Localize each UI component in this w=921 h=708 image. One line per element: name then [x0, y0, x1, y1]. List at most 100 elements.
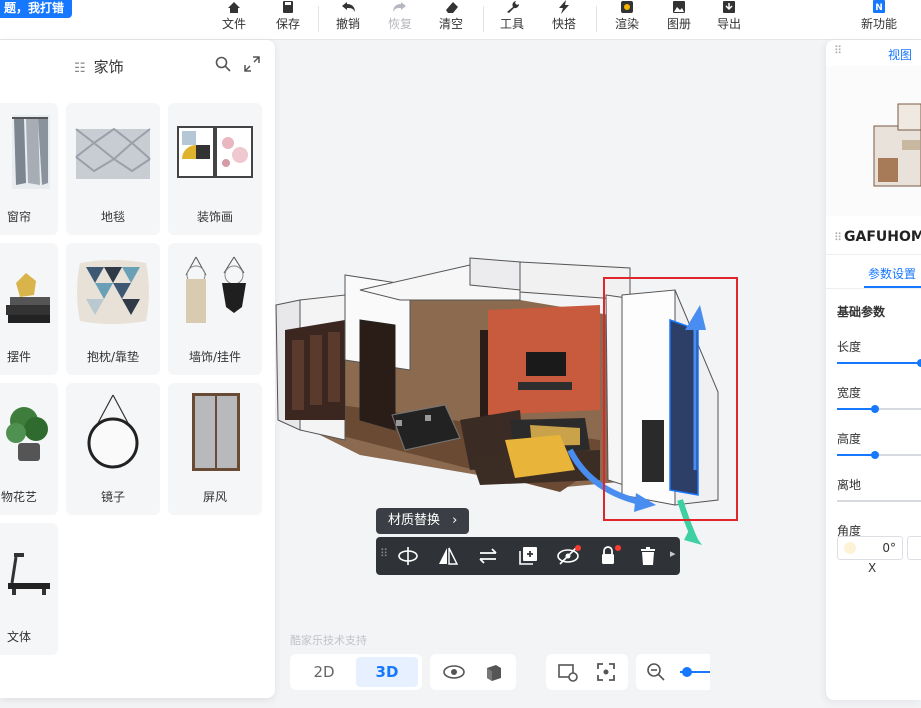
- expand-right-icon[interactable]: ▸: [670, 547, 676, 560]
- hide-button[interactable]: [555, 543, 581, 569]
- file-button[interactable]: 文件: [214, 0, 254, 40]
- camera-controls: [546, 654, 628, 690]
- visibility-button[interactable]: [436, 657, 472, 687]
- catalog-item-mirror[interactable]: 镜子: [66, 383, 160, 515]
- promo-banner[interactable]: 题，我打错: [0, 0, 73, 18]
- catalog-item-wall-hanging[interactable]: 墙饰/挂件: [168, 243, 262, 375]
- home-icon: [228, 2, 240, 13]
- material-replace-label: 材质替换: [388, 513, 441, 528]
- expand-icon[interactable]: [244, 56, 260, 72]
- chevron-right-icon: ›: [452, 513, 458, 528]
- render-button[interactable]: 渲染: [607, 0, 647, 40]
- delete-button[interactable]: [635, 543, 661, 569]
- clear-button[interactable]: 清空: [431, 0, 471, 40]
- view-tab[interactable]: 视图: [888, 46, 912, 63]
- file-label: 文件: [221, 17, 246, 31]
- undo-icon: [342, 2, 355, 12]
- clear-label: 清空: [438, 17, 463, 31]
- axis-label: X: [868, 561, 877, 575]
- quick-build-button[interactable]: 快搭: [544, 0, 584, 40]
- rotate-icon: [398, 547, 418, 565]
- save-button[interactable]: 保存: [268, 0, 308, 40]
- angle-value: 0°: [882, 541, 896, 555]
- drag-handle-icon[interactable]: ⠿: [834, 231, 842, 244]
- svg-text:N: N: [875, 3, 883, 13]
- wall-hanging-icon: [185, 256, 246, 323]
- catalog-item-screen[interactable]: 屏风: [168, 383, 262, 515]
- object-toolbar: ⠿ ▸: [376, 537, 680, 575]
- quick-build-label: 快搭: [551, 17, 576, 31]
- catalog-item-ornament[interactable]: 摆件: [0, 243, 58, 375]
- catalog-title: ☷ 家饰: [74, 56, 124, 77]
- tab-param-settings[interactable]: 参数设置: [868, 265, 916, 282]
- material-replace-button[interactable]: 材质替换 ›: [376, 508, 470, 534]
- catalog-item-label: 窗帘: [6, 210, 31, 224]
- catalog-item-label: 物花艺: [0, 490, 37, 504]
- section-title: 基础参数: [837, 305, 886, 319]
- lock-button[interactable]: [595, 543, 621, 569]
- catalog-item-plant[interactable]: 物花艺: [0, 383, 58, 515]
- render-icon: [621, 1, 633, 13]
- width-slider[interactable]: [837, 405, 921, 413]
- catalog-item-painting[interactable]: 装饰画: [168, 103, 262, 235]
- new-feature-button[interactable]: N 新功能: [856, 0, 902, 40]
- export-label: 导出: [716, 17, 741, 31]
- 3d-viewport[interactable]: [275, 40, 825, 708]
- length-slider[interactable]: [837, 359, 921, 367]
- mode-2d-button[interactable]: 2D: [294, 657, 354, 687]
- zoom-out-button[interactable]: [640, 657, 672, 687]
- catalog-item-curtain[interactable]: 窗帘: [0, 103, 58, 235]
- view-options: [430, 654, 516, 690]
- product-name: GAFUHOM: [844, 229, 921, 245]
- floorplan-3d-model[interactable]: [275, 40, 825, 708]
- catalog-title-label: 家饰: [93, 58, 124, 76]
- rotate-button[interactable]: [395, 543, 421, 569]
- top-toolbar: 题，我打错 文件 保存 撤销 恢复 清空 工具 快搭 渲染 图册 导出 N 新功…: [0, 0, 921, 40]
- catalog-item-pillow[interactable]: 抱枕/靠垫: [66, 243, 160, 375]
- eye-icon: [443, 665, 465, 679]
- redo-button[interactable]: 恢复: [380, 0, 420, 40]
- catalog-item-label: 文体: [6, 630, 31, 644]
- duplicate-button[interactable]: [515, 543, 541, 569]
- cube-icon: [487, 665, 501, 681]
- watermark-text: 酷家乐技术支持: [290, 634, 367, 647]
- zoom-slider-knob[interactable]: [682, 667, 692, 677]
- treadmill-icon: [8, 553, 50, 595]
- catalog-panel: ☷ 家饰 窗帘 地毯 装饰画 摆件 抱枕/靠垫 墙饰/挂件 物花艺 镜子 屏风: [0, 40, 275, 698]
- focus-frame-icon: [597, 663, 615, 681]
- fit-view-button[interactable]: [588, 657, 624, 687]
- drag-handle-icon[interactable]: ⠿: [834, 44, 842, 57]
- drag-handle-icon[interactable]: ⠿: [380, 547, 388, 560]
- param-length-label: 长度: [837, 340, 862, 354]
- cube-view-button[interactable]: [476, 657, 512, 687]
- trash-icon: [641, 547, 655, 565]
- search-icon[interactable]: [215, 56, 231, 72]
- camera-settings-button[interactable]: [550, 657, 586, 687]
- album-button[interactable]: 图册: [659, 0, 699, 40]
- tools-label: 工具: [499, 17, 524, 31]
- property-panel: ⠿ 视图 ⠿ GAFUHOM 参数设置 基础参数 长度 宽度 高度 离地 角度 …: [826, 40, 921, 700]
- elevation-slider[interactable]: [837, 500, 921, 502]
- catalog-item-label: 镜子: [100, 490, 125, 504]
- painting-icon: [177, 126, 253, 178]
- angle-input-secondary[interactable]: [907, 536, 921, 560]
- mode-3d-button[interactable]: 3D: [356, 657, 418, 687]
- export-button[interactable]: 导出: [709, 0, 749, 40]
- view-mode-switch: 2D 3D: [290, 654, 422, 690]
- mirror-button[interactable]: [435, 543, 461, 569]
- undo-button[interactable]: 撤销: [328, 0, 368, 40]
- angle-input[interactable]: 0°: [837, 536, 903, 560]
- catalog-item-label: 抱枕/靠垫: [86, 350, 140, 364]
- height-slider[interactable]: [837, 451, 921, 459]
- export-icon: [723, 1, 735, 13]
- catalog-item-label: 屏风: [202, 490, 227, 504]
- catalog-item-carpet[interactable]: 地毯: [66, 103, 160, 235]
- new-feature-label: 新功能: [860, 17, 897, 31]
- redo-icon: [393, 2, 406, 12]
- minimap[interactable]: [826, 66, 921, 216]
- catalog-item-treadmill[interactable]: 文体: [0, 523, 58, 655]
- swap-button[interactable]: [475, 543, 501, 569]
- tools-button[interactable]: 工具: [492, 0, 532, 40]
- catalog-item-label: 装饰画: [196, 210, 233, 224]
- toolbar-divider: [318, 6, 319, 32]
